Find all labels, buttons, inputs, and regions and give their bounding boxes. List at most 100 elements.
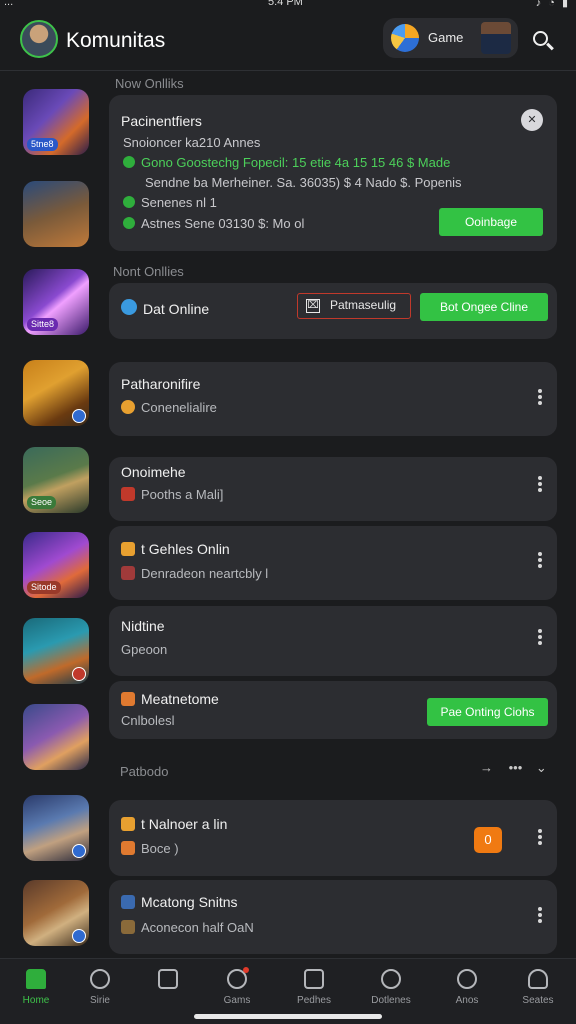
status-icons: ♪ ◔ ▮ bbox=[535, 0, 570, 9]
thumb-badge: Sitode bbox=[27, 581, 61, 594]
online-green-button[interactable]: Bot Ongee Cline bbox=[420, 293, 548, 321]
game-icon bbox=[121, 566, 135, 580]
game-thumbnail[interactable] bbox=[23, 360, 89, 426]
game-globe-icon bbox=[391, 24, 419, 52]
featured-line: Sendne ba Merheiner. Sa. 36035) $ 4 Nado… bbox=[145, 175, 462, 190]
thumb-dot bbox=[72, 929, 86, 943]
person-icon bbox=[528, 969, 548, 989]
game-thumbnail[interactable] bbox=[23, 704, 89, 770]
game-thumbnail[interactable]: Seoe bbox=[23, 447, 89, 513]
check-icon bbox=[123, 156, 135, 168]
game-switcher[interactable]: Game bbox=[383, 18, 518, 58]
online-label: Dat Online bbox=[143, 301, 210, 317]
more-icon[interactable] bbox=[535, 474, 545, 496]
section-tools: → ••• ⌄ bbox=[480, 760, 552, 780]
game-thumbnail[interactable]: 5tne8 bbox=[23, 89, 89, 155]
list-item[interactable]: t Gehles Onlin Denradeon neartcbly l bbox=[109, 526, 557, 600]
thumb-dot bbox=[72, 844, 86, 858]
list-item[interactable]: Onoimehe Pooths a Mali] bbox=[109, 457, 557, 521]
status-left: ... bbox=[4, 0, 14, 8]
list-item-action-button[interactable]: Pae Onting Ciohs bbox=[427, 698, 548, 726]
flag-icon: ⌧ bbox=[306, 299, 320, 313]
list-item-title: Meatnetome bbox=[141, 691, 219, 707]
featured-action-button[interactable]: Ooinbage bbox=[439, 208, 543, 236]
nav-seates[interactable]: Seates bbox=[506, 969, 570, 1006]
globe-icon bbox=[457, 969, 477, 989]
list-item-title: Nidtine bbox=[121, 618, 165, 634]
featured-line: Astnes Sene 03130 $: Mo ol bbox=[141, 216, 305, 231]
home-icon bbox=[26, 969, 46, 989]
nav-home[interactable]: Home bbox=[4, 969, 68, 1006]
check-icon bbox=[123, 217, 135, 229]
section-label-online: Nont Onllies bbox=[113, 264, 184, 279]
app-header: Komunitas Game bbox=[0, 12, 576, 70]
square-icon bbox=[158, 969, 178, 989]
status-time: 5:4 PM bbox=[268, 0, 303, 8]
arrow-right-icon[interactable]: → bbox=[480, 760, 493, 775]
featured-line: Gono Goostechg Fopecil: 15 etie 4a 15 15… bbox=[141, 155, 451, 170]
thumb-badge: Sitte8 bbox=[27, 318, 59, 331]
bolt-icon bbox=[121, 817, 135, 831]
page-title: Komunitas bbox=[66, 29, 166, 52]
more-icon[interactable] bbox=[535, 387, 545, 409]
list-item-title: t Gehles Onlin bbox=[141, 541, 230, 557]
thumb-dot bbox=[72, 409, 86, 423]
more-icon[interactable] bbox=[535, 905, 545, 927]
section-label-patbodo: Patbodo bbox=[120, 764, 169, 779]
more-icon[interactable] bbox=[535, 550, 545, 572]
thumb-badge: 5tne8 bbox=[27, 138, 58, 151]
chevron-down-icon[interactable]: ⌄ bbox=[536, 760, 547, 775]
outline-button-label: Patmaseulig bbox=[330, 298, 397, 312]
list-item-subtitle: Gpeoon bbox=[121, 642, 168, 657]
list-item[interactable]: t Nalnoer a lin Boce ) 0 bbox=[109, 800, 557, 876]
list-item-subtitle: Aconecon half OaN bbox=[141, 920, 254, 935]
more-icon[interactable] bbox=[535, 827, 545, 849]
list-item-title: Patharonifire bbox=[121, 376, 201, 392]
list-item-subtitle: Conenelialire bbox=[141, 400, 217, 415]
count-badge: 0 bbox=[474, 827, 502, 853]
thumb-badge: Seoe bbox=[27, 496, 57, 509]
more-horizontal-icon[interactable]: ••• bbox=[509, 760, 523, 775]
game-icon bbox=[121, 841, 135, 855]
nav-item-3[interactable] bbox=[136, 969, 200, 995]
more-icon[interactable] bbox=[535, 627, 545, 649]
home-indicator[interactable] bbox=[194, 1014, 382, 1019]
thumb-dot bbox=[72, 667, 86, 681]
tag-icon bbox=[121, 487, 135, 501]
list-item-title: t Nalnoer a lin bbox=[141, 816, 228, 832]
online-row-card[interactable]: Dat Online ⌧ Patmaseulig Bot Ongee Cline bbox=[109, 283, 557, 339]
outline-action-button[interactable]: ⌧ Patmaseulig bbox=[297, 293, 411, 319]
nav-anos[interactable]: Anos bbox=[435, 969, 499, 1006]
list-item-subtitle: Pooths a Mali] bbox=[141, 487, 224, 502]
game-thumbnail[interactable] bbox=[23, 795, 89, 861]
search-icon[interactable] bbox=[530, 28, 558, 56]
bolt-icon bbox=[121, 542, 135, 556]
nav-dotlenes[interactable]: Dotlenes bbox=[359, 969, 423, 1006]
nav-sirie[interactable]: Sirie bbox=[68, 969, 132, 1006]
list-item[interactable]: Mcatong Snitns Aconecon half OaN bbox=[109, 880, 557, 954]
list-item[interactable]: Meatnetome Cnlbolesl Pae Onting Ciohs bbox=[109, 681, 557, 739]
star-close-icon[interactable]: ✕ bbox=[521, 109, 543, 131]
game-thumbnail[interactable]: Sitode bbox=[23, 532, 89, 598]
nav-games[interactable]: Gams bbox=[205, 967, 269, 1006]
profile-avatar[interactable] bbox=[20, 20, 58, 58]
game-thumbnail[interactable]: Sitte8 bbox=[23, 269, 89, 335]
compass-icon bbox=[90, 969, 110, 989]
list-item[interactable]: Nidtine Gpeoon bbox=[109, 606, 557, 676]
download-icon bbox=[381, 969, 401, 989]
game-avatar bbox=[481, 22, 511, 54]
list-item[interactable]: Patharonifire Conenelialire bbox=[109, 362, 557, 436]
featured-card[interactable]: Pacinentfiers ✕ Snoioncer ka210 Annes Go… bbox=[109, 95, 557, 251]
featured-line: Senenes nl 1 bbox=[141, 195, 217, 210]
info-icon bbox=[121, 299, 137, 315]
check-icon bbox=[123, 196, 135, 208]
featured-subtitle: Snoioncer ka210 Annes bbox=[123, 135, 261, 150]
nav-pedhes[interactable]: Pedhes bbox=[282, 969, 346, 1006]
game-thumbnail[interactable] bbox=[23, 618, 89, 684]
list-item-title: Mcatong Snitns bbox=[141, 894, 238, 910]
layers-icon bbox=[304, 969, 324, 989]
game-thumbnail[interactable] bbox=[23, 181, 89, 247]
picture-icon bbox=[121, 895, 135, 909]
trophy-icon bbox=[121, 692, 135, 706]
game-thumbnail[interactable] bbox=[23, 880, 89, 946]
